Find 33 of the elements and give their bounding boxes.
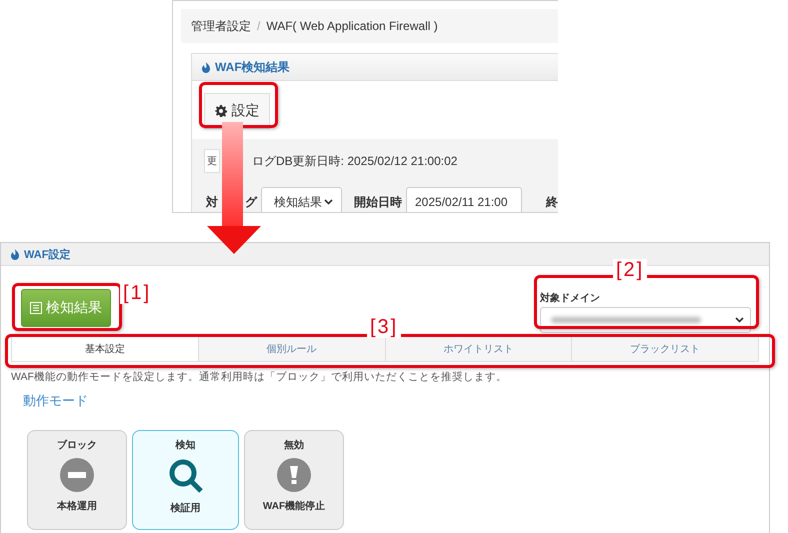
flame-icon [202, 62, 211, 72]
breadcrumb-item[interactable]: 管理者設定 [191, 18, 251, 34]
tab[interactable]: 個別ルール [198, 337, 386, 361]
log-select[interactable]: 検知結果 [261, 187, 342, 212]
breadcrumb-item[interactable]: WAF( Web Application Firewall ) [266, 19, 438, 33]
panel-title: WAF検知結果 [215, 58, 290, 76]
description-text: WAF機能の動作モードを設定します。通常利用時は「ブロック」で利用いただくことを推奨します。 [11, 370, 508, 384]
minus-circle-icon [60, 458, 94, 492]
list-icon [30, 302, 42, 314]
start-date-field[interactable]: 2025/02/11 21:00 [406, 187, 522, 212]
tab[interactable]: ブラックリスト [572, 337, 758, 361]
log-label: 対 [206, 194, 218, 210]
update-button[interactable]: 更 [204, 149, 220, 173]
mode-card[interactable]: 検知 検証用 [132, 430, 239, 530]
search-icon [168, 458, 204, 494]
gear-icon [214, 105, 226, 117]
start-label: 開始日時 [354, 194, 402, 210]
panel-title: WAF設定 [24, 248, 70, 262]
chevron-down-icon [735, 317, 744, 323]
annotation-label: [3] [367, 316, 402, 338]
domain-label: 対象ドメイン [540, 291, 601, 305]
annotation-label: [2] [613, 259, 648, 281]
section-title: 動作モード [23, 392, 89, 410]
exclamation-circle-icon [277, 458, 311, 492]
flame-icon [11, 248, 20, 260]
breadcrumb-separator: / [257, 19, 260, 33]
chevron-down-icon [324, 199, 333, 205]
end-label: 終 [546, 194, 558, 210]
log-label: グ [245, 194, 258, 210]
tab[interactable]: ホワイトリスト [386, 337, 572, 361]
mode-card[interactable]: 無効 WAF機能停止 [244, 430, 344, 530]
db-updated-text: ログDB更新日時: 2025/02/12 21:00:02 [252, 152, 458, 170]
mode-card[interactable]: ブロック 本格運用 [27, 430, 127, 530]
